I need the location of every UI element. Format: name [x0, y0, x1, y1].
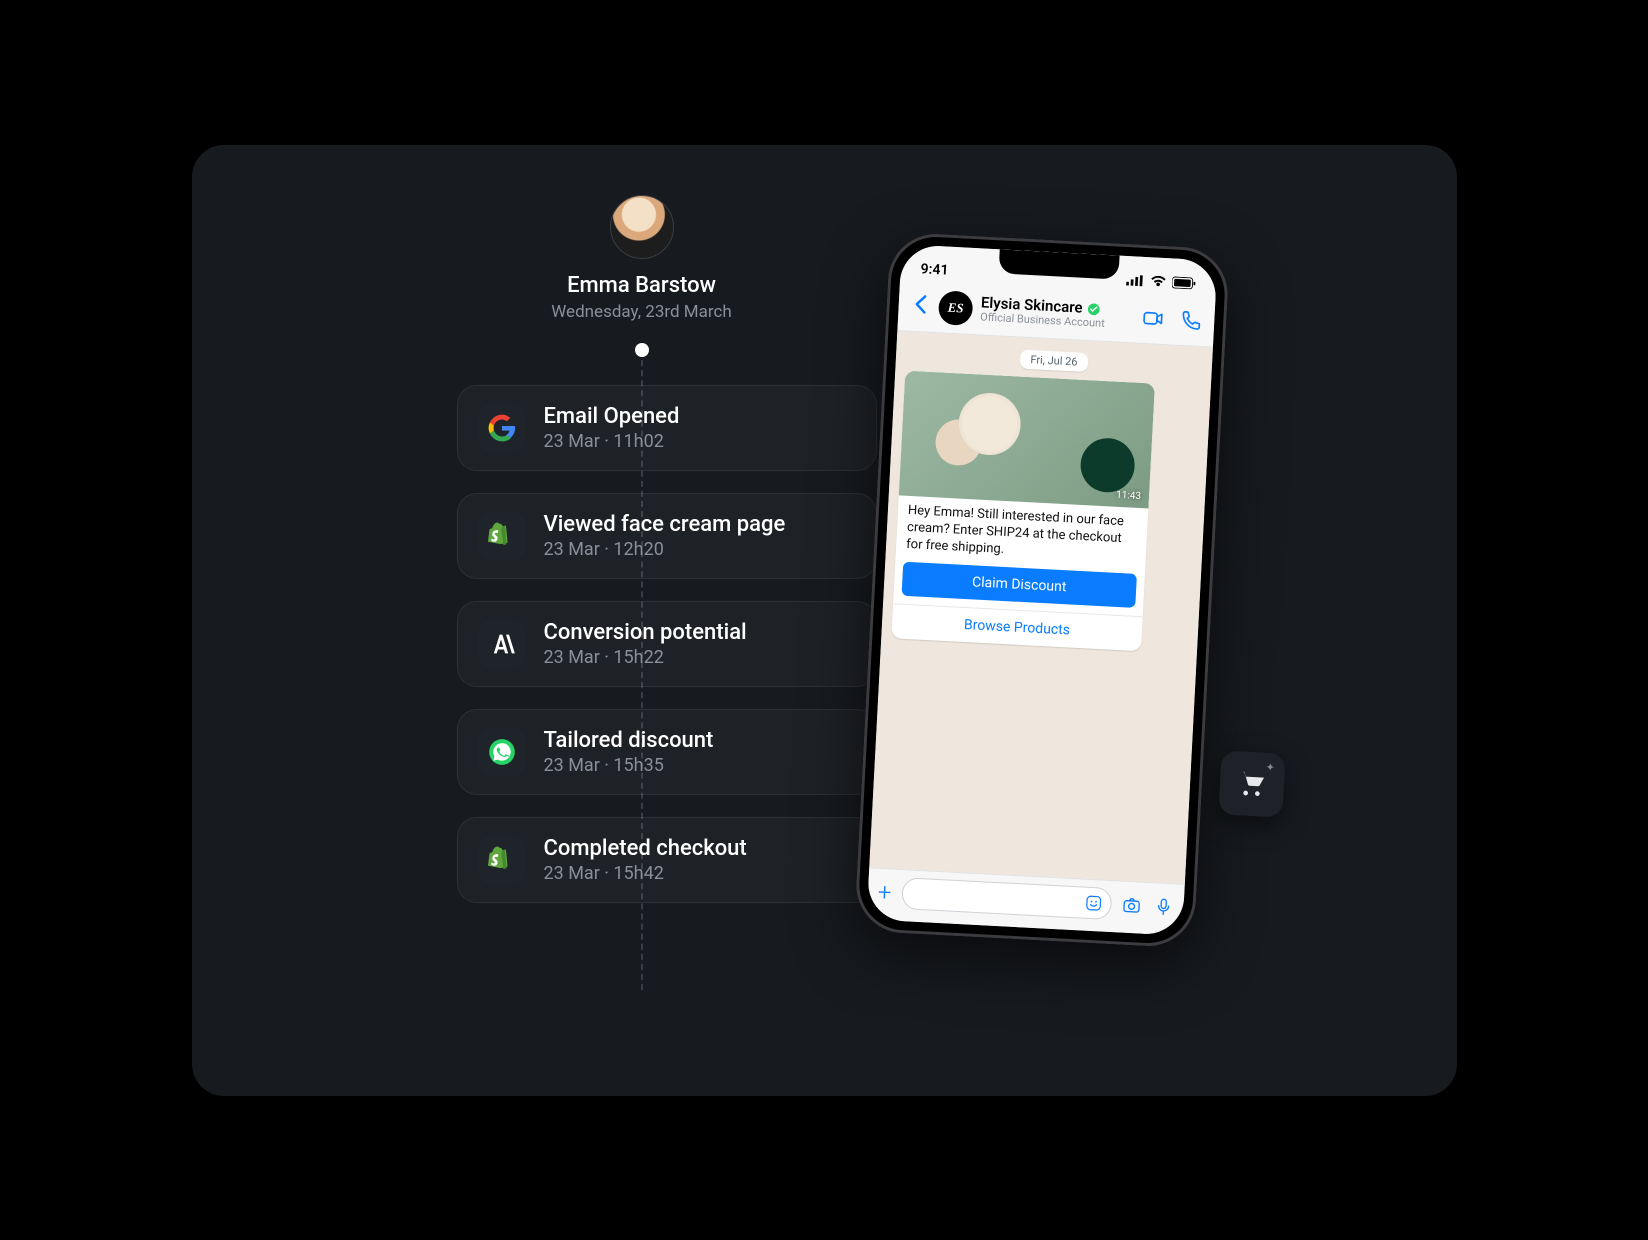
shopify-icon	[478, 512, 526, 560]
marketing-canvas: Emma Barstow Wednesday, 23rd March Email…	[192, 145, 1457, 1096]
business-avatar[interactable]: ES	[937, 290, 973, 326]
chat-body: Fri, Jul 26 11:43 Hey Emma! Still intere…	[869, 331, 1213, 884]
timeline-item-meta: 23 Mar · 15h35	[544, 755, 856, 776]
cart-badge: ✦	[1218, 750, 1285, 817]
timeline-item-email-opened[interactable]: Email Opened 23 Mar · 11h02	[457, 385, 877, 471]
timeline-list: Email Opened 23 Mar · 11h02 Viewed face …	[457, 385, 877, 903]
status-time: 9:41	[920, 261, 949, 278]
attach-button[interactable]: +	[877, 877, 892, 906]
back-button[interactable]	[909, 291, 930, 320]
message-image[interactable]: 11:43	[898, 370, 1154, 508]
sticker-icon[interactable]	[1084, 893, 1103, 912]
timeline-item-title: Viewed face cream page	[544, 512, 856, 537]
whatsapp-icon	[478, 728, 526, 776]
timeline-item-meta: 23 Mar · 12h20	[544, 539, 856, 560]
google-icon	[478, 404, 526, 452]
sparkle-icon: ✦	[1265, 760, 1275, 773]
anthropic-icon	[478, 620, 526, 668]
message-card: 11:43 Hey Emma! Still interested in our …	[891, 370, 1155, 650]
timeline-item-title: Conversion potential	[544, 620, 856, 645]
message-time: 11:43	[1115, 489, 1140, 501]
video-call-icon[interactable]	[1141, 306, 1164, 329]
profile-header: Emma Barstow Wednesday, 23rd March	[477, 195, 807, 322]
battery-icon	[1171, 276, 1196, 289]
message-text: Hey Emma! Still interested in our face c…	[895, 495, 1148, 574]
shopify-icon	[478, 836, 526, 884]
browse-products-button[interactable]: Browse Products	[891, 602, 1142, 650]
timeline-item-conversion[interactable]: Conversion potential 23 Mar · 15h22	[457, 601, 877, 687]
signal-icon	[1125, 271, 1144, 290]
camera-icon[interactable]	[1121, 894, 1142, 915]
timeline-item-discount[interactable]: Tailored discount 23 Mar · 15h35	[457, 709, 877, 795]
timeline-start-dot	[635, 343, 649, 357]
business-info[interactable]: Elysia Skincare Official Business Accoun…	[979, 294, 1134, 332]
phone-mockup: 9:41 ES Elysia Skincare Officia	[853, 231, 1229, 948]
phone-screen: 9:41 ES Elysia Skincare Officia	[866, 244, 1217, 936]
timeline-item-meta: 23 Mar · 15h22	[544, 647, 856, 668]
timeline-item-meta: 23 Mar · 11h02	[544, 431, 856, 452]
cart-icon	[1237, 769, 1266, 798]
message-input[interactable]	[900, 877, 1112, 920]
timeline-item-title: Email Opened	[544, 404, 856, 429]
timeline-item-title: Completed checkout	[544, 836, 856, 861]
timeline-item-viewed-page[interactable]: Viewed face cream page 23 Mar · 12h20	[457, 493, 877, 579]
voice-call-icon[interactable]	[1179, 308, 1202, 331]
chat-date-pill: Fri, Jul 26	[1019, 349, 1087, 371]
timeline-item-title: Tailored discount	[544, 728, 856, 753]
verified-badge-icon	[1086, 301, 1101, 316]
avatar	[610, 195, 674, 259]
timeline-item-checkout[interactable]: Completed checkout 23 Mar · 15h42	[457, 817, 877, 903]
mic-icon[interactable]	[1153, 896, 1174, 917]
wifi-icon	[1148, 272, 1167, 291]
timeline-item-meta: 23 Mar · 15h42	[544, 863, 856, 884]
profile-date: Wednesday, 23rd March	[477, 302, 807, 322]
profile-name: Emma Barstow	[477, 273, 807, 298]
